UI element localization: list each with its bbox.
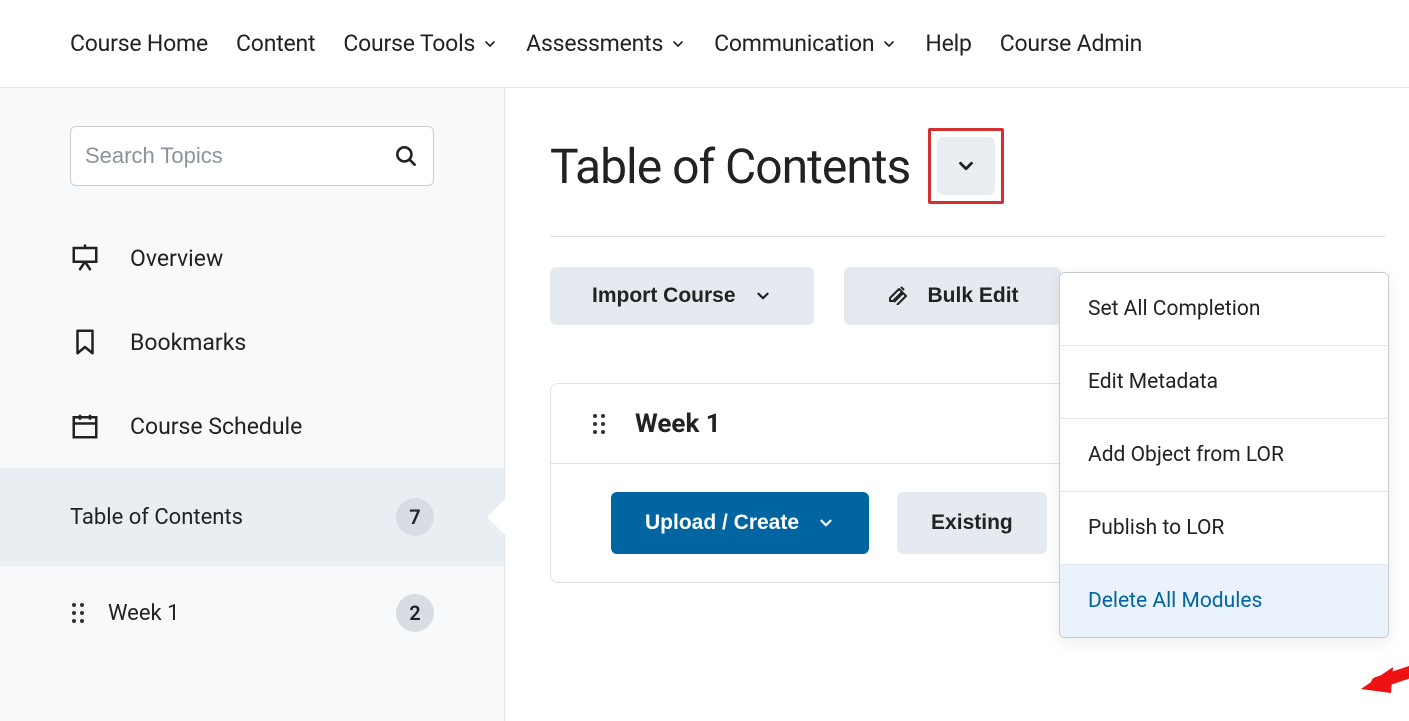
chevron-down-icon [670,36,686,52]
top-nav: Course Home Content Course Tools Assessm… [0,0,1409,88]
dd-add-object-from-lor[interactable]: Add Object from LOR [1060,418,1388,491]
nav-communication[interactable]: Communication [714,30,897,57]
bulk-edit-button[interactable]: Bulk Edit [844,267,1061,325]
upload-create-label: Upload / Create [645,511,799,535]
upload-create-button[interactable]: Upload / Create [611,492,869,554]
dd-edit-metadata[interactable]: Edit Metadata [1060,345,1388,418]
presentation-icon [70,243,100,273]
sidebar-item-overview[interactable]: Overview [0,216,504,300]
sidebar-module-label: Week 1 [108,601,180,626]
chevron-down-icon [817,514,835,532]
main-content: Table of Contents Import Course Bulk Edi… [505,88,1409,583]
sidebar-item-label: Table of Contents [70,505,243,530]
pencil-icon [886,281,910,311]
nav-course-tools-label: Course Tools [343,30,475,57]
drag-handle-icon[interactable] [591,412,607,436]
nav-assessments-label: Assessments [526,30,663,57]
toc-count-badge: 7 [396,498,434,536]
existing-activities-button[interactable]: Existing [897,492,1047,554]
sidebar-item-label: Course Schedule [130,413,302,440]
chevron-down-icon [881,36,897,52]
dd-set-all-completion[interactable]: Set All Completion [1060,273,1388,345]
chevron-down-icon [482,36,498,52]
bookmark-icon [70,327,100,357]
search-input[interactable] [85,143,393,169]
chevron-down-icon [754,287,772,305]
search-box[interactable] [70,126,434,186]
highlight-box [928,128,1004,204]
nav-content[interactable]: Content [236,30,315,57]
existing-label: Existing [931,511,1013,535]
page-title: Table of Contents [550,138,910,195]
dd-publish-to-lor[interactable]: Publish to LOR [1060,491,1388,564]
annotation-arrow [1357,643,1409,707]
body: Overview Bookmarks Course Schedule Table… [0,88,1409,721]
sidebar-item-toc[interactable]: Table of Contents 7 [0,468,504,566]
dd-delete-all-modules[interactable]: Delete All Modules [1060,564,1388,637]
search-icon[interactable] [393,143,419,169]
toc-actions-dropdown: Set All Completion Edit Metadata Add Obj… [1059,272,1389,638]
module-count-badge: 2 [396,594,434,632]
nav-assessments[interactable]: Assessments [526,30,686,57]
title-actions-button[interactable] [937,137,995,195]
nav-communication-label: Communication [714,30,874,57]
divider [550,236,1385,237]
import-course-button[interactable]: Import Course [550,267,814,325]
drag-handle-icon[interactable] [70,601,86,625]
import-course-label: Import Course [592,284,736,308]
sidebar-item-label: Bookmarks [130,329,246,356]
calendar-icon [70,411,100,441]
nav-course-tools[interactable]: Course Tools [343,30,498,57]
sidebar-item-bookmarks[interactable]: Bookmarks [0,300,504,384]
sidebar-item-module[interactable]: Week 1 2 [0,566,504,660]
nav-course-home[interactable]: Course Home [70,30,208,57]
module-title: Week 1 [635,409,721,439]
sidebar-item-label: Overview [130,245,223,272]
nav-help[interactable]: Help [925,30,971,57]
sidebar: Overview Bookmarks Course Schedule Table… [0,88,505,721]
sidebar-item-course-schedule[interactable]: Course Schedule [0,384,504,468]
bulk-edit-label: Bulk Edit [928,284,1019,308]
nav-course-admin[interactable]: Course Admin [1000,30,1142,57]
